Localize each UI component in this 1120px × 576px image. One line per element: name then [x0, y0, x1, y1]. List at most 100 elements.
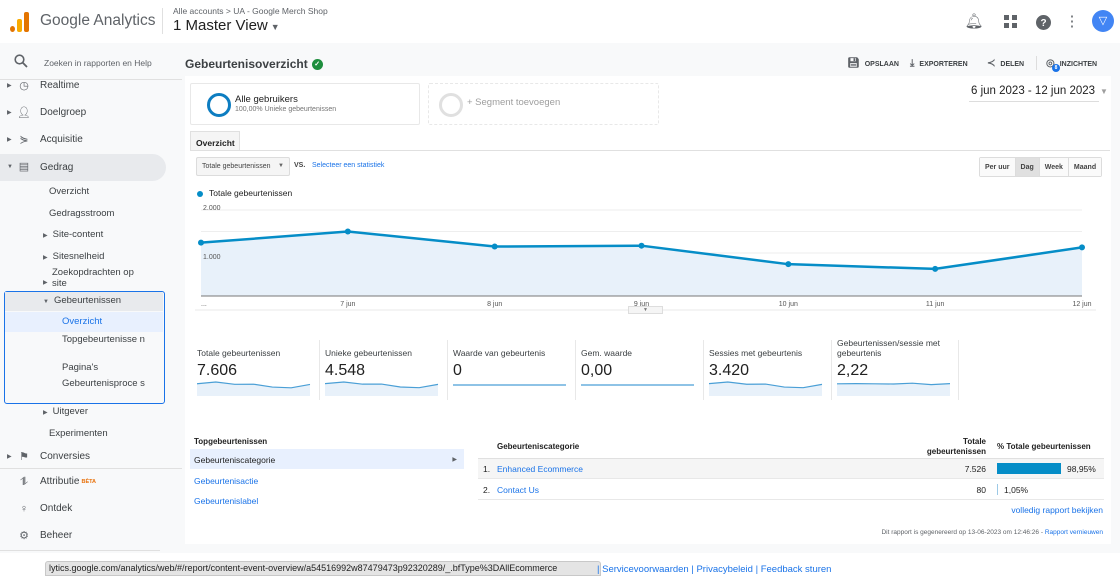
sidebar-sub-gebeurtenissen-label[interactable]: ▼ Gebeurtenissen [43, 295, 121, 308]
generated-note: Dit rapport is gegenereerd op 13-06-2023… [881, 529, 1103, 536]
collapse-arrow-icon: ▼ [43, 299, 49, 305]
sidebar-sub-experimenten[interactable]: Experimenten [49, 428, 108, 439]
kpi-0[interactable]: Totale gebeurtenissen 7.606 [197, 340, 325, 400]
sidebar-sub-gedragsstroom[interactable]: Gedragsstroom [49, 208, 114, 219]
export-button[interactable]: ⤓ EXPORTEREN [910, 58, 968, 69]
sidebar-item-doelgroep[interactable]: ▶ 👤︎ Doelgroep [0, 101, 166, 125]
kpi-3[interactable]: Gem. waarde 0,00 [581, 340, 709, 400]
sidebar-events-paginas[interactable]: Pagina's [62, 362, 98, 373]
verified-check-icon: ✓ [311, 59, 323, 71]
sidebar-sub-sitesnelheid[interactable]: ▶ Sitesnelheid [43, 251, 104, 264]
segment-all-users[interactable]: Alle gebruikers 100,00% Unieke gebeurten… [190, 83, 420, 125]
kpi-1[interactable]: Unieke gebeurtenissen 4.548 [325, 340, 453, 400]
period-hour-button[interactable]: Per uur [980, 158, 1016, 176]
caret-down-icon: ▼ [278, 163, 284, 169]
expand-arrow-icon: ▶ [43, 233, 48, 239]
date-range-picker[interactable]: 6 jun 2023 - 12 jun 2023 ▼ [971, 85, 1108, 97]
sidebar-events-topgebeurtenissen[interactable]: Topgebeurtenisse n [62, 334, 152, 345]
refresh-report-link[interactable]: Rapport vernieuwen [1045, 529, 1103, 536]
select-statistic-link[interactable]: Selecteer een statistiek [312, 162, 384, 169]
dimension-event-label[interactable]: Gebeurtenislabel [190, 490, 464, 510]
expand-arrow-icon: ▶ [43, 280, 48, 286]
svg-text:?: ? [1040, 18, 1046, 29]
sidebar-sub-uitgever[interactable]: ▶ Uitgever [43, 406, 88, 419]
row-number: 2. [483, 485, 491, 495]
acquisition-icon: ⋟ [19, 134, 29, 146]
sparkline-area [837, 383, 950, 396]
kpi-label: Unieke gebeurtenissen [325, 348, 412, 358]
view-selector[interactable]: 1 Master View ▼ [173, 17, 280, 34]
avatar[interactable]: ▽ [1092, 10, 1114, 32]
period-month-button[interactable]: Maand [1068, 158, 1102, 176]
sidebar-item-acquisitie[interactable]: ▶ ⋟ Acquisitie [0, 128, 166, 152]
chart-expand-handle[interactable]: ▼ [628, 306, 663, 314]
sidebar-item-ontdek[interactable]: ♀ Ontdek [0, 497, 166, 521]
sidebar-item-beheer[interactable]: ⚙ Beheer [0, 524, 166, 548]
divider [0, 468, 182, 469]
data-point[interactable] [1079, 244, 1085, 251]
data-point[interactable] [638, 242, 645, 249]
tab-overzicht[interactable]: Overzicht [190, 131, 240, 151]
data-point[interactable] [491, 243, 498, 250]
sidebar-sub-site-content[interactable]: ▶ Site-content [43, 229, 103, 242]
bell-icon[interactable]: 🔔︎ [964, 12, 984, 32]
x-tick-label: ... [201, 301, 207, 308]
divider [958, 340, 959, 400]
kpi-5[interactable]: Gebeurtenissen/sessie met gebeurtenis 2,2… [837, 338, 965, 400]
x-tick-label: 11 jun [926, 301, 945, 308]
y-tick-label: 2.000 [203, 205, 221, 212]
attribution-icon: ⥮ [20, 476, 28, 488]
sidebar-item-conversies[interactable]: ▶ ⚑ Conversies [0, 445, 166, 469]
kpi-value: 0 [453, 362, 462, 379]
divider [162, 8, 163, 34]
sidebar-events-gebeurtenisproces[interactable]: Gebeurtenisproce s [62, 378, 152, 389]
full-report-link[interactable]: volledig rapport bekijken [1011, 505, 1103, 515]
help-icon[interactable]: ? [1033, 12, 1053, 32]
sidebar-item-gedrag[interactable]: ▼ ▤ Gedrag [0, 154, 166, 181]
data-point[interactable] [785, 261, 792, 268]
dimension-event-action[interactable]: Gebeurtenisactie [190, 470, 464, 490]
period-week-button[interactable]: Week [1039, 158, 1069, 176]
apps-grid-icon[interactable] [1001, 12, 1021, 32]
sidebar-item-attributie[interactable]: ⥮ Attributie BÈTA [0, 470, 166, 494]
col-header-pct[interactable]: % Totale gebeurtenissen [997, 442, 1091, 451]
sidebar-sub-overzicht[interactable]: Overzicht [49, 186, 89, 197]
more-vert-icon[interactable]: ⋮ [1062, 12, 1082, 32]
insights-button[interactable]: ◎ 8 INZICHTEN [1046, 58, 1097, 72]
share-button[interactable]: ≺ DELEN [987, 58, 1024, 69]
add-segment-button[interactable]: + Segment toevoegen [428, 83, 659, 125]
metric-select[interactable]: Totale gebeurtenissen ▼ [196, 157, 290, 176]
data-point[interactable] [344, 228, 351, 235]
data-point[interactable] [198, 239, 204, 246]
kpi-value: 3.420 [709, 362, 750, 379]
category-link[interactable]: Contact Us [497, 485, 539, 495]
sidebar-events-overzicht[interactable]: Overzicht [62, 316, 102, 327]
data-point[interactable] [932, 265, 939, 272]
kpi-label: Gem. waarde [581, 348, 633, 358]
kpi-value: 2,22 [837, 362, 869, 379]
period-day-button[interactable]: Dag [1015, 158, 1040, 176]
col-header-total[interactable]: Totale gebeurtenissen [900, 437, 986, 457]
dimension-event-category[interactable]: Gebeurteniscategorie ▶ [190, 449, 464, 469]
kpi-value: 7.606 [197, 362, 238, 379]
footer-links[interactable]: | Servicevoorwaarden | Privacybeleid | F… [597, 564, 831, 575]
save-button[interactable]: 💾︎ OPSLAAN [847, 58, 899, 69]
caret-down-icon: ▼ [270, 22, 280, 32]
insights-icon: ◎ 8 [1046, 58, 1060, 72]
sidebar-item-realtime[interactable]: ▶ ◷ Realtime [0, 74, 166, 98]
search-input[interactable]: Zoeken in rapporten en Help [44, 58, 152, 68]
search-bar[interactable]: Zoeken in rapporten en Help [0, 50, 182, 76]
col-header-category: Gebeurteniscategorie [497, 442, 580, 451]
x-tick-label: 7 jun [340, 301, 355, 308]
kpi-2[interactable]: Waarde van gebeurtenis 0 [453, 340, 581, 400]
kpi-label: Waarde van gebeurtenis [453, 348, 546, 358]
row-pct: 1,05% [1004, 485, 1029, 495]
kpi-4[interactable]: Sessies met gebeurtenis 3.420 [709, 340, 837, 400]
kpi-label: Sessies met gebeurtenis [709, 348, 803, 358]
lightbulb-icon: ♀ [19, 503, 29, 515]
pct-bar-fill [997, 463, 1061, 474]
period-toggle: Per uur Dag Week Maand [979, 157, 1103, 177]
category-link[interactable]: Enhanced Ecommerce [497, 464, 583, 474]
row-total: 7.526 [964, 464, 986, 474]
breadcrumb[interactable]: Alle accounts > UA - Google Merch Shop [173, 6, 328, 16]
